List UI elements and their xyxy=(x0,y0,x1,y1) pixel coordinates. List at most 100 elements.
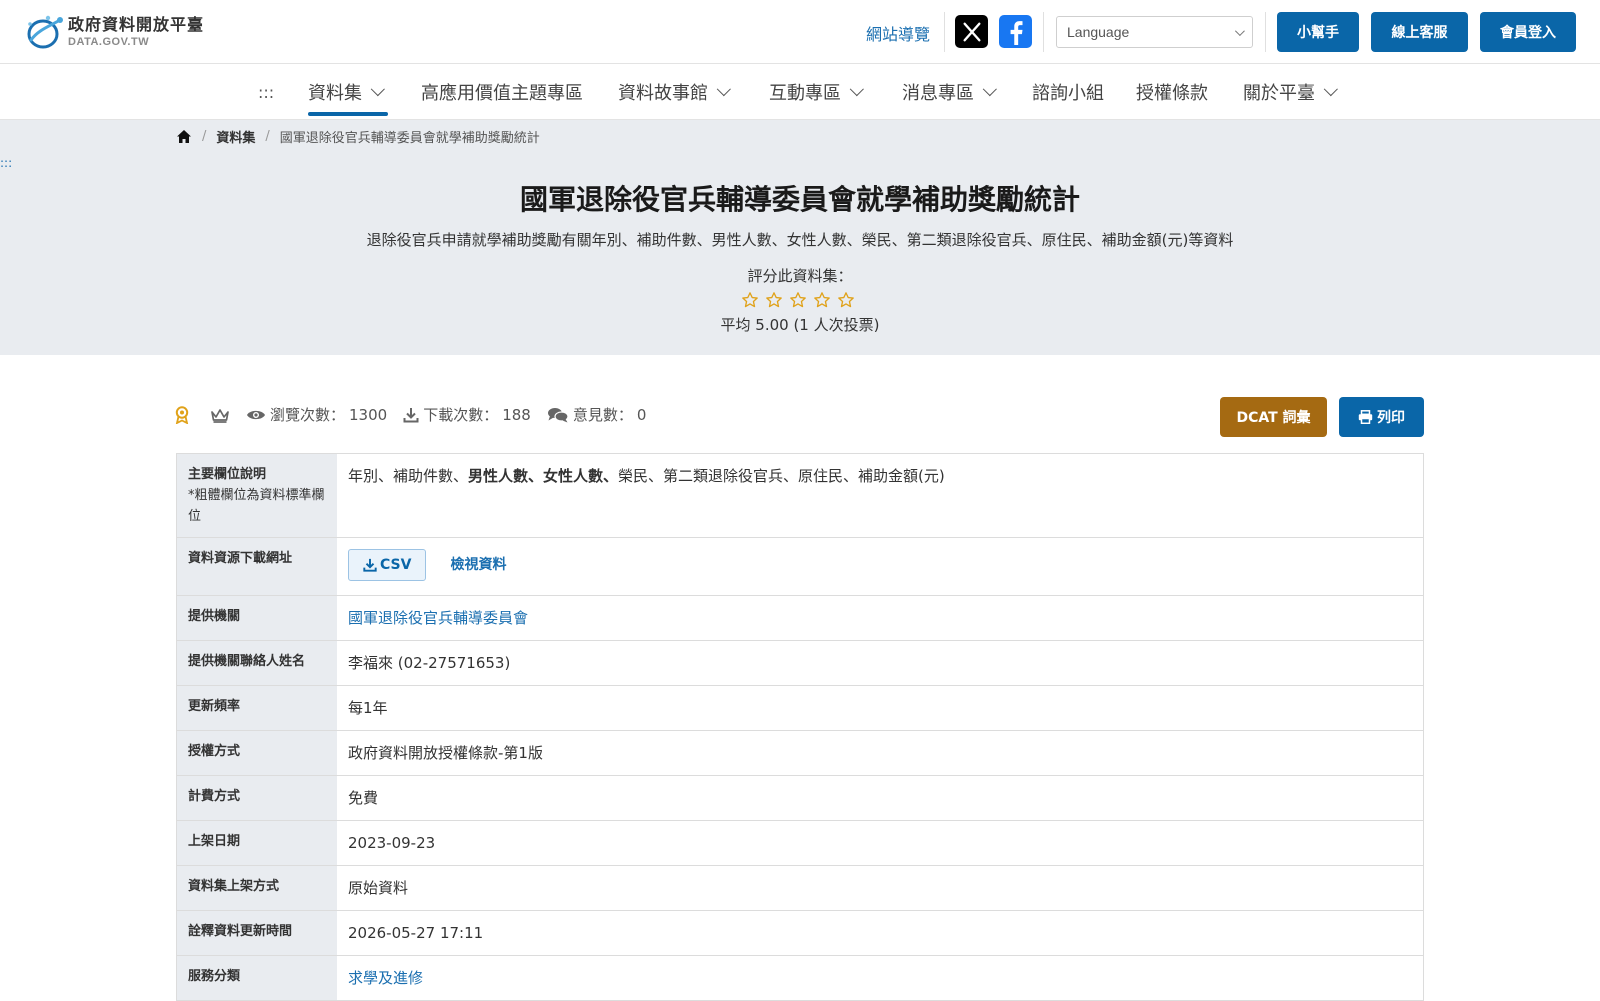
nav-item-label: 資料故事館 xyxy=(618,83,708,104)
nav-item-news[interactable]: 消息專區 xyxy=(902,64,997,120)
row-value: CSV 檢視資料 xyxy=(337,538,1423,595)
comments-icon xyxy=(547,407,569,422)
nav-item-about[interactable]: 關於平臺 xyxy=(1243,64,1338,120)
row-header: 上架日期 xyxy=(177,821,337,865)
chevron-down-icon xyxy=(982,82,997,97)
row-value: 2023-09-23 xyxy=(348,834,436,852)
star-icon[interactable] xyxy=(762,289,786,311)
site-logo[interactable]: 政府資料開放平臺 DATA.GOV.TW xyxy=(24,12,204,52)
csv-label: CSV xyxy=(380,556,412,573)
dcat-vocabulary-button[interactable]: DCAT 詞彙 xyxy=(1220,397,1327,437)
download-icon xyxy=(363,558,377,572)
breadcrumb-datasets[interactable]: 資料集 xyxy=(216,127,255,146)
award-badge-icon xyxy=(174,405,194,424)
row-value: 政府資料開放授權條款-第1版 xyxy=(348,744,543,762)
logo-subtitle: DATA.GOV.TW xyxy=(68,36,150,48)
comments-count: 0 xyxy=(636,405,647,424)
chevron-down-icon xyxy=(370,82,385,97)
dataset-stats: 瀏覽次數： 1300 下載次數： 188 意見數： 0 xyxy=(174,404,662,425)
logo-title: 政府資料開放平臺 xyxy=(68,15,205,34)
star-icon[interactable] xyxy=(834,289,858,311)
helper-button[interactable]: 小幫手 xyxy=(1277,12,1359,52)
table-row: 計費方式 免費 xyxy=(177,776,1423,821)
service-category-link[interactable]: 求學及進修 xyxy=(348,969,423,987)
nav-item-high-value[interactable]: 高應用價值主題專區 xyxy=(421,64,583,120)
star-icon[interactable] xyxy=(738,289,762,311)
downloads-stat: 下載次數： 188 xyxy=(403,404,531,425)
facebook-icon[interactable] xyxy=(999,15,1032,48)
row-value: 每1年 xyxy=(348,699,388,717)
divider xyxy=(1043,12,1044,52)
rating-stars[interactable] xyxy=(738,289,858,311)
row-header: 提供機關聯絡人姓名 xyxy=(177,641,337,685)
table-row: 授權方式 政府資料開放授權條款-第1版 xyxy=(177,731,1423,776)
logo-globe-icon xyxy=(27,15,63,49)
nav-item-data-stories[interactable]: 資料故事館 xyxy=(618,64,731,120)
csv-download-button[interactable]: CSV xyxy=(348,548,427,581)
divider xyxy=(1265,12,1266,52)
fields-text: 榮民、第二類退除役官兵、原住民、補助金額(元) xyxy=(618,467,945,485)
nav-accesskey[interactable]: ::: xyxy=(258,64,274,120)
table-row: 服務分類 求學及進修 xyxy=(177,956,1423,1001)
fields-text-bold: 男性人數、女性人數、 xyxy=(468,467,619,485)
nav-active-indicator xyxy=(308,112,388,116)
nav-item-label: 互動專區 xyxy=(769,83,841,104)
row-value: 國軍退除役官兵輔導委員會 xyxy=(337,596,1423,640)
comments-label: 意見數： xyxy=(572,406,633,424)
print-button[interactable]: 列印 xyxy=(1339,397,1424,437)
table-row: 上架日期 2023-09-23 xyxy=(177,821,1423,866)
row-value: 2026-05-27 17:11 xyxy=(348,924,484,942)
table-row: 提供機關 國軍退除役官兵輔導委員會 xyxy=(177,596,1423,641)
breadcrumb-current: 國軍退除役官兵輔導委員會就學補助獎勵統計 xyxy=(279,131,540,146)
nav-item-label: 授權條款 xyxy=(1136,83,1208,104)
table-row: 詮釋資料更新時間 2026-05-27 17:11 xyxy=(177,911,1423,956)
downloads-label: 下載次數： xyxy=(423,406,499,424)
chevron-down-icon xyxy=(1323,82,1338,97)
nav-item-interactive[interactable]: 互動專區 xyxy=(769,64,864,120)
fields-label: 主要欄位說明 xyxy=(188,467,267,482)
row-header: 資料資源下載網址 xyxy=(177,538,337,595)
sitemap-link[interactable]: 網站導覽 xyxy=(866,21,930,45)
table-row: 更新頻率 每1年 xyxy=(177,686,1423,731)
star-icon[interactable] xyxy=(786,289,810,311)
row-header: 提供機關 xyxy=(177,596,337,640)
content-accesskey[interactable]: ::: xyxy=(0,156,12,170)
comments-stat: 意見數： 0 xyxy=(547,404,647,425)
rating-label: 評分此資料集： xyxy=(747,267,853,285)
row-header: 授權方式 xyxy=(177,731,337,775)
row-value: 求學及進修 xyxy=(337,956,1423,1000)
x-twitter-icon[interactable] xyxy=(955,15,988,48)
nav-item-license[interactable]: 授權條款 xyxy=(1136,64,1208,120)
row-header: 計費方式 xyxy=(177,776,337,820)
nav-item-label: 消息專區 xyxy=(902,83,974,104)
views-label: 瀏覽次數： xyxy=(270,406,346,424)
dataset-description: 退除役官兵申請就學補助獎勵有關年別、補助件數、男性人數、女性人數、榮民、第二類退… xyxy=(366,231,1234,249)
printer-icon xyxy=(1358,410,1373,424)
member-login-button[interactable]: 會員登入 xyxy=(1480,12,1576,52)
row-header: 資料集上架方式 xyxy=(177,866,337,910)
language-select[interactable]: Language xyxy=(1056,16,1253,48)
nav-item-advisory[interactable]: 諮詢小組 xyxy=(1032,64,1104,120)
page-title: 國軍退除役官兵輔導委員會就學補助獎勵統計 xyxy=(519,183,1080,216)
row-header: 服務分類 xyxy=(177,956,337,1000)
chevron-down-icon xyxy=(849,82,864,97)
online-support-button[interactable]: 線上客服 xyxy=(1371,12,1468,52)
nav-item-label: 資料集 xyxy=(308,83,362,104)
table-row: 提供機關聯絡人姓名 李福來 (02-27571653) xyxy=(177,641,1423,686)
row-header: 更新頻率 xyxy=(177,686,337,730)
row-value: 原始資料 xyxy=(348,879,409,897)
eye-icon xyxy=(247,410,265,419)
table-row: 資料集上架方式 原始資料 xyxy=(177,866,1423,911)
nav-item-label: 關於平臺 xyxy=(1243,83,1315,104)
star-icon[interactable] xyxy=(810,289,834,311)
views-stat: 瀏覽次數： 1300 xyxy=(246,404,387,425)
view-data-link[interactable]: 檢視資料 xyxy=(450,553,506,577)
breadcrumb-separator: / xyxy=(265,129,270,144)
divider xyxy=(944,12,945,52)
nav-item-label: 諮詢小組 xyxy=(1032,83,1104,104)
chevron-down-icon xyxy=(716,82,731,97)
print-button-label: 列印 xyxy=(1377,410,1405,426)
home-icon[interactable] xyxy=(176,129,192,144)
provider-link[interactable]: 國軍退除役官兵輔導委員會 xyxy=(348,609,528,627)
row-header: 主要欄位說明 *粗體欄位為資料標準欄位 xyxy=(177,454,337,537)
